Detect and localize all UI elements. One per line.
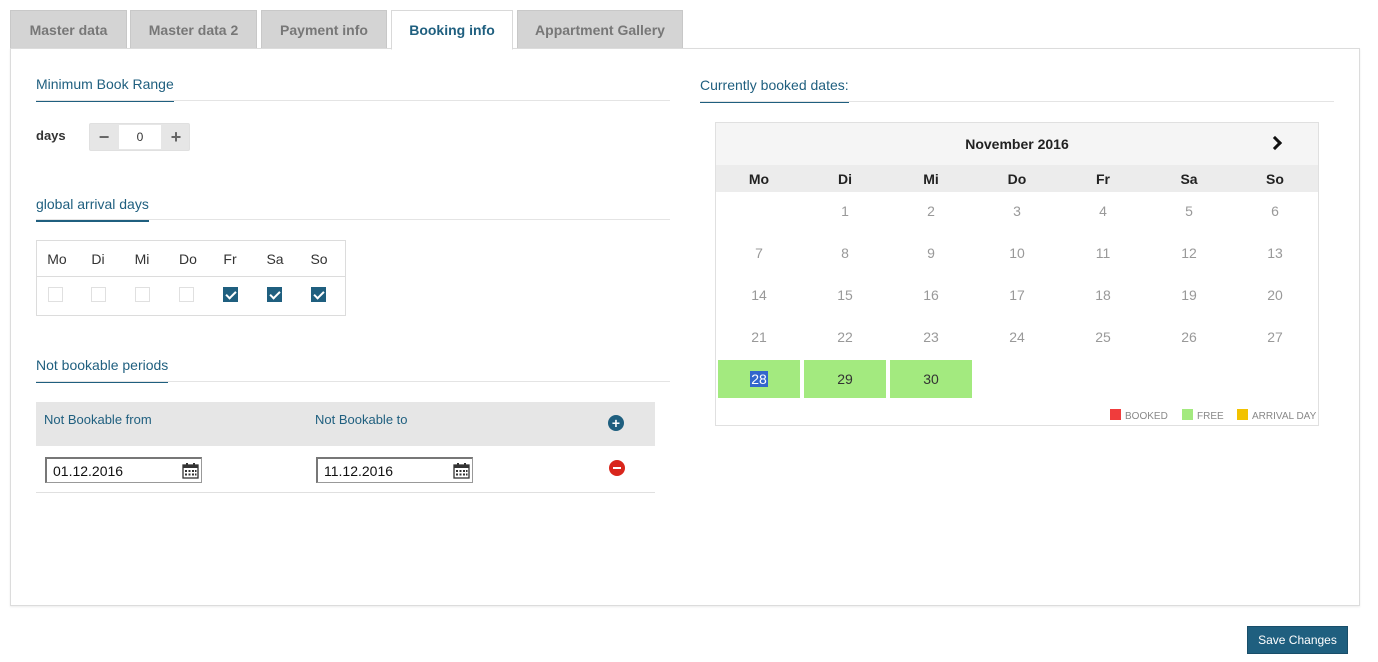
weekday-label-fr: Fr	[223, 251, 237, 267]
days-input[interactable]	[119, 125, 161, 149]
calendar-day-18[interactable]: 18	[1062, 276, 1144, 314]
arrival-days-table: Mo Di Mi Do Fr Sa So	[36, 240, 346, 316]
calendar-day-24[interactable]: 24	[976, 318, 1058, 356]
calendar-day-19[interactable]: 19	[1148, 276, 1230, 314]
tab-booking-info[interactable]: Booking info	[391, 10, 513, 50]
calendar-day-20[interactable]: 20	[1234, 276, 1316, 314]
arrival-checkbox-fr[interactable]	[223, 287, 238, 302]
divider	[700, 101, 1334, 102]
divider	[36, 381, 670, 382]
calendar-day-4[interactable]: 4	[1062, 192, 1144, 230]
legend-free: FREE	[1182, 409, 1224, 422]
calendar-day-15[interactable]: 15	[804, 276, 886, 314]
legend-label-free: FREE	[1197, 411, 1224, 422]
calendar-day-5[interactable]: 5	[1148, 192, 1230, 230]
tab-master-data[interactable]: Master data	[10, 10, 127, 48]
tab-payment-info[interactable]: Payment info	[261, 10, 387, 48]
periods-table-header: Not Bookable from Not Bookable to +	[36, 402, 655, 446]
next-month-icon[interactable]	[1269, 134, 1283, 152]
weekday-label-sa: Sa	[266, 251, 284, 267]
from-date-value: 01.12.2016	[53, 463, 124, 479]
calendar-day-6[interactable]: 6	[1234, 192, 1316, 230]
calendar-day-11[interactable]: 11	[1062, 234, 1144, 272]
from-date-field[interactable]: 01.12.2016	[45, 457, 202, 483]
calendar-day-17[interactable]: 17	[976, 276, 1058, 314]
to-date-value: 11.12.2016	[324, 463, 394, 479]
save-changes-button[interactable]: Save Changes	[1247, 626, 1348, 654]
calendar-day-23[interactable]: 23	[890, 318, 972, 356]
calendar-day-7[interactable]: 7	[718, 234, 800, 272]
tab-appartment-gallery[interactable]: Appartment Gallery	[517, 10, 683, 48]
calendar-month-title: November 2016	[965, 136, 1069, 152]
arrival-checkbox-so[interactable]	[311, 287, 326, 302]
calendar-weekday-mi: Mi	[923, 171, 939, 187]
calendar-weekday-fr: Fr	[1096, 171, 1110, 187]
calendar-day-3[interactable]: 3	[976, 192, 1058, 230]
tab-master-data-2[interactable]: Master data 2	[130, 10, 257, 48]
arrival-checkbox-mi[interactable]	[135, 287, 150, 302]
not-bookable-title: Not bookable periods	[36, 357, 169, 383]
calendar-day-10[interactable]: 10	[976, 234, 1058, 272]
remove-period-icon[interactable]	[609, 460, 625, 476]
to-date-field[interactable]: 11.12.2016	[316, 457, 473, 483]
decrement-button[interactable]: −	[90, 124, 118, 150]
legend-label-booked: BOOKED	[1125, 411, 1168, 422]
calendar-day-21[interactable]: 21	[718, 318, 800, 356]
legend-booked: BOOKED	[1110, 409, 1168, 422]
calendar-day-30[interactable]: 30	[890, 360, 972, 398]
calendar-weekday-row: Mo Di Mi Do Fr Sa So	[716, 165, 1318, 192]
weekday-label-di: Di	[91, 251, 105, 267]
calendar-day-29[interactable]: 29	[804, 360, 886, 398]
calendar-header: November 2016	[716, 123, 1318, 165]
arrival-checkbox-di[interactable]	[91, 287, 106, 302]
weekday-label-mi: Mi	[134, 251, 150, 267]
calendar-weekday-mo: Mo	[748, 171, 770, 187]
col-not-bookable-to: Not Bookable to	[315, 412, 408, 427]
days-stepper: − +	[89, 123, 190, 151]
calendar-day-13[interactable]: 13	[1234, 234, 1316, 272]
add-period-icon[interactable]: +	[608, 415, 624, 431]
calendar-day-28[interactable]: 28	[718, 360, 800, 398]
weekday-label-do: Do	[179, 251, 197, 267]
divider	[36, 219, 670, 220]
increment-button[interactable]: +	[162, 124, 190, 150]
calendar-day-12[interactable]: 12	[1148, 234, 1230, 272]
calendar-icon[interactable]	[182, 462, 199, 479]
calendar-weekday-do: Do	[1007, 171, 1027, 187]
calendar-weekday-so: So	[1266, 171, 1284, 187]
calendar-day-26[interactable]: 26	[1148, 318, 1230, 356]
calendar-day-2[interactable]: 2	[890, 192, 972, 230]
legend-swatch-free	[1182, 409, 1193, 420]
min-book-range-title: Minimum Book Range	[36, 76, 174, 102]
booking-calendar: November 2016 Mo Di Mi Do Fr Sa So 1 2 3 4 5 6 7 8 9 10…	[715, 122, 1319, 426]
weekday-label-so: So	[310, 251, 328, 267]
calendar-day-1[interactable]: 1	[804, 192, 886, 230]
weekday-label-mo: Mo	[47, 251, 67, 267]
table-row: 01.12.2016 11.12.2016	[36, 446, 655, 493]
days-label: days	[36, 128, 66, 143]
arrival-checkbox-mo[interactable]	[48, 287, 63, 302]
calendar-day-27[interactable]: 27	[1234, 318, 1316, 356]
divider	[36, 100, 670, 101]
arrival-days-header: Mo Di Mi Do Fr Sa So	[37, 241, 345, 277]
legend-arrival-day: ARRIVAL DAY	[1237, 409, 1316, 422]
arrival-checkbox-do[interactable]	[179, 287, 194, 302]
calendar-day-16[interactable]: 16	[890, 276, 972, 314]
legend-swatch-booked	[1110, 409, 1121, 420]
calendar-icon[interactable]	[453, 462, 470, 479]
calendar-day-9[interactable]: 9	[890, 234, 972, 272]
col-not-bookable-from: Not Bookable from	[44, 412, 152, 427]
calendar-day-14[interactable]: 14	[718, 276, 800, 314]
calendar-day-25[interactable]: 25	[1062, 318, 1144, 356]
booked-dates-title: Currently booked dates:	[700, 77, 849, 103]
calendar-weekday-di: Di	[838, 171, 852, 187]
arrival-checkbox-sa[interactable]	[267, 287, 282, 302]
calendar-day-22[interactable]: 22	[804, 318, 886, 356]
legend-swatch-arrival	[1237, 409, 1248, 420]
legend-label-arrival: ARRIVAL DAY	[1252, 411, 1317, 422]
calendar-day-8[interactable]: 8	[804, 234, 886, 272]
calendar-weekday-sa: Sa	[1180, 171, 1198, 187]
